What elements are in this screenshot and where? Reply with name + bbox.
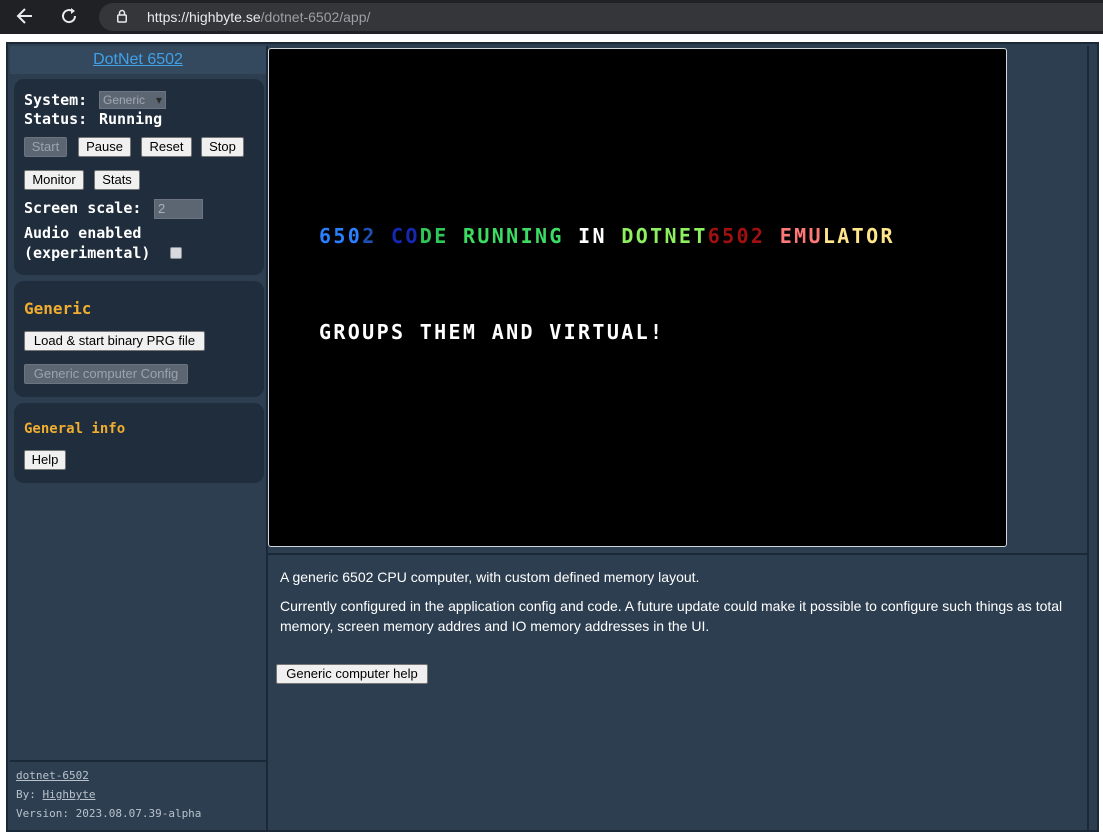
start-button[interactable]: Start xyxy=(24,137,67,157)
back-arrow-icon[interactable] xyxy=(13,6,37,28)
screen-line-1-segment: LATOR xyxy=(822,224,895,248)
app-title-bar: DotNet 6502 xyxy=(10,46,266,74)
app-container: DotNet 6502 System: Generic ▾ Status: Ru… xyxy=(6,42,1099,832)
screen-line-1-segment: 650 xyxy=(319,224,363,248)
audio-label-line2: (experimental) xyxy=(24,244,151,262)
url-text: https://highbyte.se/dotnet-6502/app/ xyxy=(147,9,370,25)
screen-scale-input[interactable]: 2 xyxy=(154,199,203,219)
system-label: System: xyxy=(24,91,88,109)
screen-line-1-segment xyxy=(765,224,779,248)
right-border xyxy=(1087,46,1089,830)
load-prg-button[interactable]: Load & start binary PRG file xyxy=(24,331,205,351)
general-info-heading: General info xyxy=(24,421,126,437)
status-value: Running xyxy=(99,110,163,128)
system-select[interactable]: Generic ▾ xyxy=(99,91,166,109)
system-select-value: Generic xyxy=(103,93,146,107)
screen-line-1-segment: EMU xyxy=(779,224,823,248)
reset-button[interactable]: Reset xyxy=(141,137,192,157)
sidebar-footer: dotnet-6502 By: Highbyte Version: 2023.0… xyxy=(10,760,266,832)
screen-line-1-segment: 6502 xyxy=(707,224,766,248)
generic-panel: Generic Load & start binary PRG file Gen… xyxy=(14,281,264,397)
screen-line-1-segment: CO xyxy=(391,224,420,248)
screen-line-1: 6502 CODE RUNNING IN DOTNET6502 EMULATOR xyxy=(319,224,895,248)
stats-button[interactable]: Stats xyxy=(94,170,140,190)
screen-line-1-segment: IN xyxy=(578,224,607,248)
screen-line-1-segment: 2 xyxy=(362,224,377,248)
version-text: Version: 2023.08.07.39-alpha xyxy=(16,807,202,820)
browser-toolbar: https://highbyte.se/dotnet-6502/app/ xyxy=(0,0,1103,34)
screen-scale-label: Screen scale: xyxy=(24,199,142,217)
url-domain: https://highbyte.se xyxy=(147,9,261,25)
audio-label-line1: Audio enabled xyxy=(24,224,142,242)
url-path: /dotnet-6502/app/ xyxy=(260,9,371,25)
generic-heading: Generic xyxy=(24,299,92,318)
reload-icon[interactable] xyxy=(57,6,81,28)
screen-line-2: GROUPS THEM AND VIRTUAL! xyxy=(319,320,665,344)
screen-line-1-segment xyxy=(449,224,463,248)
description-line-2: Currently configured in the application … xyxy=(280,598,1063,634)
by-label: By: xyxy=(16,788,36,801)
generic-computer-help-button[interactable]: Generic computer help xyxy=(276,664,428,684)
main-content: 6502 CODE RUNNING IN DOTNET6502 EMULATOR… xyxy=(268,46,1087,830)
help-button[interactable]: Help xyxy=(24,450,66,470)
pause-button[interactable]: Pause xyxy=(78,137,131,157)
screen-line-1-segment: DOTNET xyxy=(621,224,708,248)
audio-checkbox[interactable] xyxy=(170,247,182,259)
chevron-down-icon: ▾ xyxy=(155,93,162,107)
address-bar[interactable]: https://highbyte.se/dotnet-6502/app/ xyxy=(99,3,1103,31)
app-title-link[interactable]: DotNet 6502 xyxy=(93,51,183,68)
screen-line-1-segment: RUNNING xyxy=(463,224,564,248)
status-label: Status: xyxy=(24,110,88,128)
generic-config-button[interactable]: Generic computer Config xyxy=(24,364,188,384)
app-name-link[interactable]: dotnet-6502 xyxy=(16,769,89,782)
monitor-button[interactable]: Monitor xyxy=(24,170,84,190)
lock-icon xyxy=(117,9,127,23)
screen-line-1-segment xyxy=(607,224,621,248)
stop-button[interactable]: Stop xyxy=(201,137,244,157)
general-info-panel: General info Help xyxy=(14,403,264,483)
screen-line-1-segment: DE xyxy=(419,224,449,248)
screen-line-1-segment xyxy=(564,224,578,248)
emulator-screen[interactable]: 6502 CODE RUNNING IN DOTNET6502 EMULATOR… xyxy=(268,48,1007,547)
system-panel: System: Generic ▾ Status: Running Start … xyxy=(14,79,264,275)
divider xyxy=(268,553,1087,555)
sidebar: DotNet 6502 System: Generic ▾ Status: Ru… xyxy=(10,46,268,830)
description-line-1: A generic 6502 CPU computer, with custom… xyxy=(280,569,700,585)
screen-line-1-segment xyxy=(377,224,391,248)
author-link[interactable]: Highbyte xyxy=(43,788,96,801)
